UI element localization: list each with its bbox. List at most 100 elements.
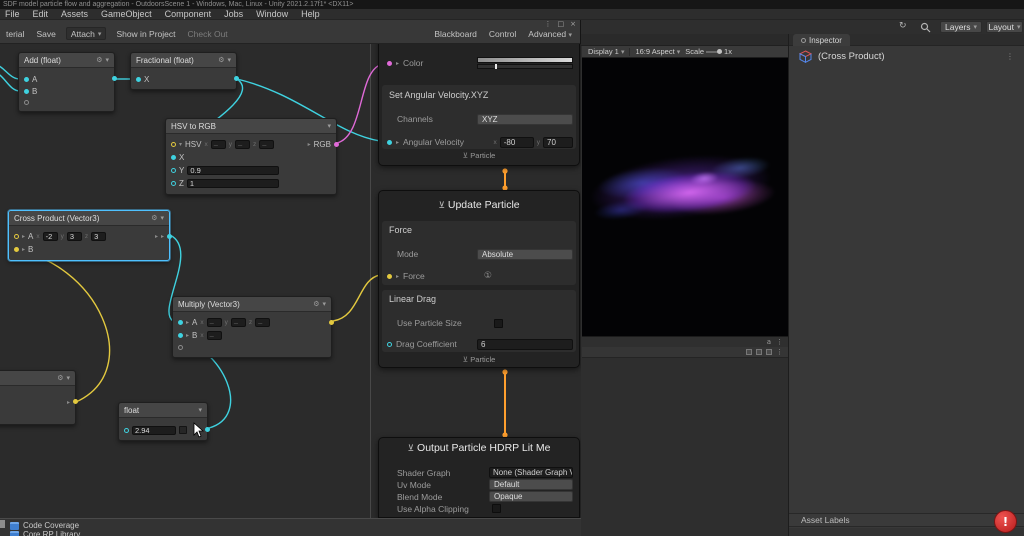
b-x-field[interactable]: – (207, 331, 222, 340)
output-port[interactable] (334, 142, 339, 147)
display-dropdown[interactable]: Display 1 ▾ (588, 47, 624, 56)
search-icon[interactable] (920, 22, 931, 33)
input-port[interactable] (14, 234, 19, 239)
menu-jobs[interactable]: Jobs (224, 9, 243, 19)
material-label[interactable]: terial (0, 29, 30, 39)
error-notification-badge[interactable]: ! (994, 510, 1017, 533)
channels-dropdown[interactable]: XYZ (477, 114, 573, 125)
force-block-title[interactable]: Force (389, 225, 412, 235)
tab-inspector[interactable]: Inspector (793, 34, 850, 46)
project-item-code-coverage[interactable]: Code Coverage (10, 521, 79, 530)
chevron-down-icon[interactable]: ▾ (327, 122, 331, 130)
menu-window[interactable]: Window (256, 9, 288, 19)
input-port[interactable] (171, 181, 176, 186)
more-icon[interactable]: ⋮ (776, 348, 783, 356)
save-button[interactable]: Save (30, 29, 61, 39)
chevron-down-icon[interactable]: ▾ (105, 56, 109, 64)
advanced-dropdown[interactable]: Advanced ▾ (522, 29, 578, 39)
menu-edit[interactable]: Edit (33, 9, 49, 19)
a-x-field[interactable]: – (207, 318, 222, 327)
output-port[interactable] (234, 76, 239, 81)
gear-icon[interactable]: ⚙ (218, 56, 224, 64)
use-alpha-clipping-checkbox[interactable] (492, 504, 501, 513)
slider-knob[interactable] (717, 49, 722, 54)
input-port[interactable] (387, 61, 392, 66)
input-port[interactable] (24, 77, 29, 82)
foldout-icon[interactable]: ▸ (22, 233, 25, 240)
collapsed-port[interactable] (178, 345, 183, 350)
input-port[interactable] (387, 274, 392, 279)
output-port[interactable] (205, 427, 210, 432)
gear-icon[interactable]: ⚙ (96, 56, 102, 64)
context-output-particle[interactable]: ⊻ Output Particle HDRP Lit Me Shader Gra… (378, 437, 580, 518)
expand-button[interactable] (179, 426, 187, 434)
hsv-x-field[interactable]: – (211, 140, 226, 149)
angular-y-field[interactable]: 70 (543, 137, 573, 148)
block-title[interactable]: Set Angular Velocity.XYZ (389, 90, 488, 100)
chevron-down-icon[interactable]: ▾ (160, 214, 164, 222)
a-y-field[interactable]: – (231, 318, 246, 327)
angular-x-field[interactable]: -80 (500, 137, 534, 148)
menu-help[interactable]: Help (301, 9, 320, 19)
show-in-project-button[interactable]: Show in Project (110, 29, 181, 39)
hsv-y-field[interactable]: – (235, 140, 250, 149)
gradient-alpha-field[interactable] (477, 64, 573, 69)
context-set-angular-velocity[interactable]: ▸ Color Set Angular Velocity.XYZ Channel… (378, 44, 580, 166)
aspect-dropdown[interactable]: 16:9 Aspect ▾ (635, 47, 680, 56)
chevron-down-icon[interactable]: ▾ (198, 406, 202, 414)
foldout-icon[interactable]: ▾ (179, 141, 182, 148)
chevron-down-icon[interactable]: ▾ (322, 300, 326, 308)
asset-labels-bar[interactable]: Asset Labels (789, 513, 1024, 527)
blend-mode-dropdown[interactable]: Opaque (489, 491, 573, 502)
scale-slider[interactable]: Scale 1x (685, 47, 732, 56)
use-particle-size-checkbox[interactable] (494, 319, 503, 328)
a-z-field[interactable]: – (255, 318, 270, 327)
a-x-field[interactable]: -2 (43, 232, 58, 241)
menu-assets[interactable]: Assets (61, 9, 88, 19)
slider-track[interactable] (706, 51, 722, 53)
foldout-icon[interactable]: ▸ (22, 246, 25, 253)
input-port[interactable] (178, 333, 183, 338)
node-hsv-to-rgb[interactable]: HSV to RGB ▾ ▾ HSV x– y– z– ▸RGB X Y0.9 (165, 118, 337, 195)
layers-dropdown[interactable]: Layers ▾ (940, 21, 982, 33)
float-value-field[interactable]: 2.94 (132, 426, 176, 435)
gear-icon[interactable]: ⚙ (151, 214, 157, 222)
shader-graph-object-field[interactable]: None (Shader Graph VF (489, 467, 573, 478)
output-port[interactable] (329, 320, 334, 325)
uv-mode-dropdown[interactable]: Default (489, 479, 573, 490)
context-update-particle[interactable]: ⊻ Update Particle Force Mode Absolute ▸ … (378, 190, 580, 368)
input-port[interactable] (24, 89, 29, 94)
menu-file[interactable]: File (5, 9, 20, 19)
input-port[interactable] (178, 320, 183, 325)
chevron-down-icon[interactable]: ▾ (227, 56, 231, 64)
foldout-icon[interactable]: ▸ (186, 319, 189, 326)
scrollbar-thumb[interactable] (0, 520, 5, 528)
input-port[interactable] (136, 77, 141, 82)
output-port[interactable] (167, 234, 172, 239)
input-port[interactable] (171, 168, 176, 173)
y-value-field[interactable]: 0.9 (187, 166, 279, 175)
a-z-field[interactable]: 3 (91, 232, 106, 241)
control-toggle[interactable]: Control (483, 29, 522, 39)
refresh-icon[interactable]: ↻ (899, 21, 907, 31)
layout-dropdown[interactable]: Layout ▾ (986, 21, 1023, 33)
output-port[interactable] (73, 399, 78, 404)
menu-gameobject[interactable]: GameObject (101, 9, 152, 19)
blackboard-toggle[interactable]: Blackboard (428, 29, 483, 39)
project-item-core-rp-library[interactable]: Core RP Library (10, 530, 80, 536)
drag-coefficient-field[interactable]: 6 (477, 339, 573, 350)
node-add-float[interactable]: Add (float) ⚙ ▾ A B (18, 52, 115, 112)
node-cross-product[interactable]: Cross Product (Vector3) ⚙ ▾ ▸ A x-2 y3 z… (8, 210, 170, 261)
input-port[interactable] (171, 155, 176, 160)
node-partial[interactable]: ⚙ ▾ ▸ (0, 370, 76, 425)
input-port[interactable] (124, 428, 129, 433)
toolbar-icon[interactable] (756, 349, 762, 355)
gradient-field[interactable] (477, 57, 573, 63)
mode-dropdown[interactable]: Absolute (477, 249, 573, 260)
collapsed-port[interactable] (24, 100, 29, 105)
vfx-graph-canvas[interactable]: Add (float) ⚙ ▾ A B Fractional (float) ⚙… (0, 44, 581, 518)
input-port[interactable] (171, 142, 176, 147)
check-out-button[interactable]: Check Out (182, 29, 234, 39)
z-value-field[interactable]: 1 (187, 179, 279, 188)
foldout-icon[interactable]: ▸ (186, 332, 189, 339)
